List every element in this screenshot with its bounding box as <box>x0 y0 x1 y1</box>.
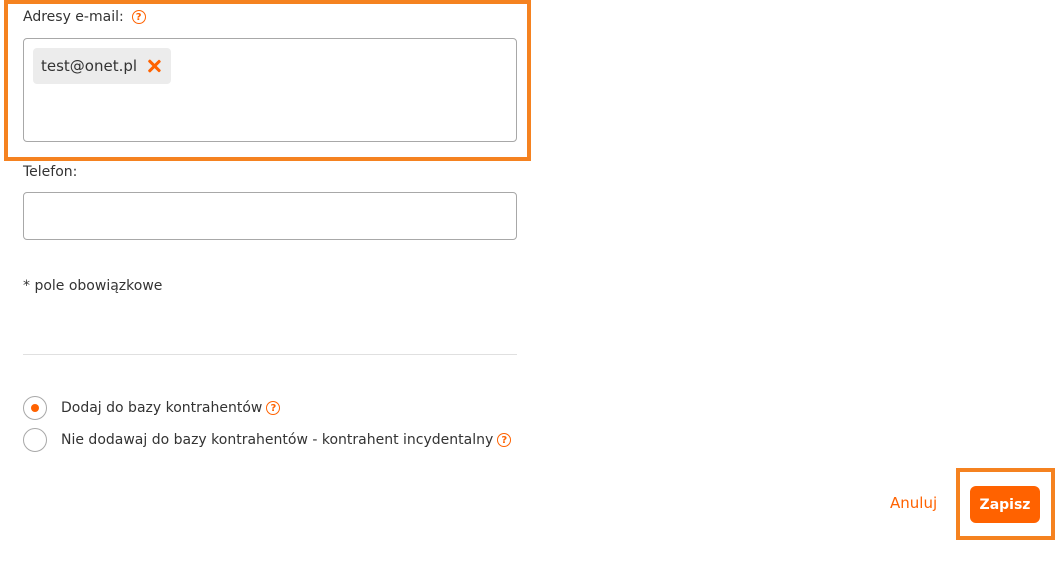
phone-label-row: Telefon: <box>23 164 77 180</box>
help-icon[interactable]: ? <box>497 433 512 447</box>
radio-option-add-to-contractors[interactable]: Dodaj do bazy kontrahentów ? <box>23 396 281 420</box>
divider <box>23 354 517 355</box>
help-icon[interactable]: ? <box>266 401 281 415</box>
email-label: Adresy e-mail: <box>23 9 124 25</box>
form-page: Adresy e-mail: ? test@onet.pl Telefon: *… <box>0 0 1060 572</box>
close-icon[interactable] <box>147 59 161 73</box>
phone-field[interactable] <box>23 192 517 240</box>
radio-button-unchecked[interactable] <box>23 428 47 452</box>
email-label-row: Adresy e-mail: ? <box>23 9 146 25</box>
save-button[interactable]: Zapisz <box>970 486 1040 523</box>
cancel-link[interactable]: Anuluj <box>890 494 937 512</box>
phone-label: Telefon: <box>23 164 78 180</box>
radio-option-do-not-add[interactable]: Nie dodawaj do bazy kontrahentów - kontr… <box>23 428 512 452</box>
email-chip: test@onet.pl <box>33 48 172 84</box>
radio-button-checked[interactable] <box>23 396 47 420</box>
radio-option-label: Nie dodawaj do bazy kontrahentów - kontr… <box>61 432 494 448</box>
radio-option-label: Dodaj do bazy kontrahentów <box>61 400 263 416</box>
email-tag-input[interactable]: test@onet.pl <box>23 38 517 142</box>
email-chip-label: test@onet.pl <box>41 57 138 75</box>
help-icon[interactable]: ? <box>131 10 146 24</box>
required-fields-note: * pole obowiązkowe <box>23 278 163 294</box>
